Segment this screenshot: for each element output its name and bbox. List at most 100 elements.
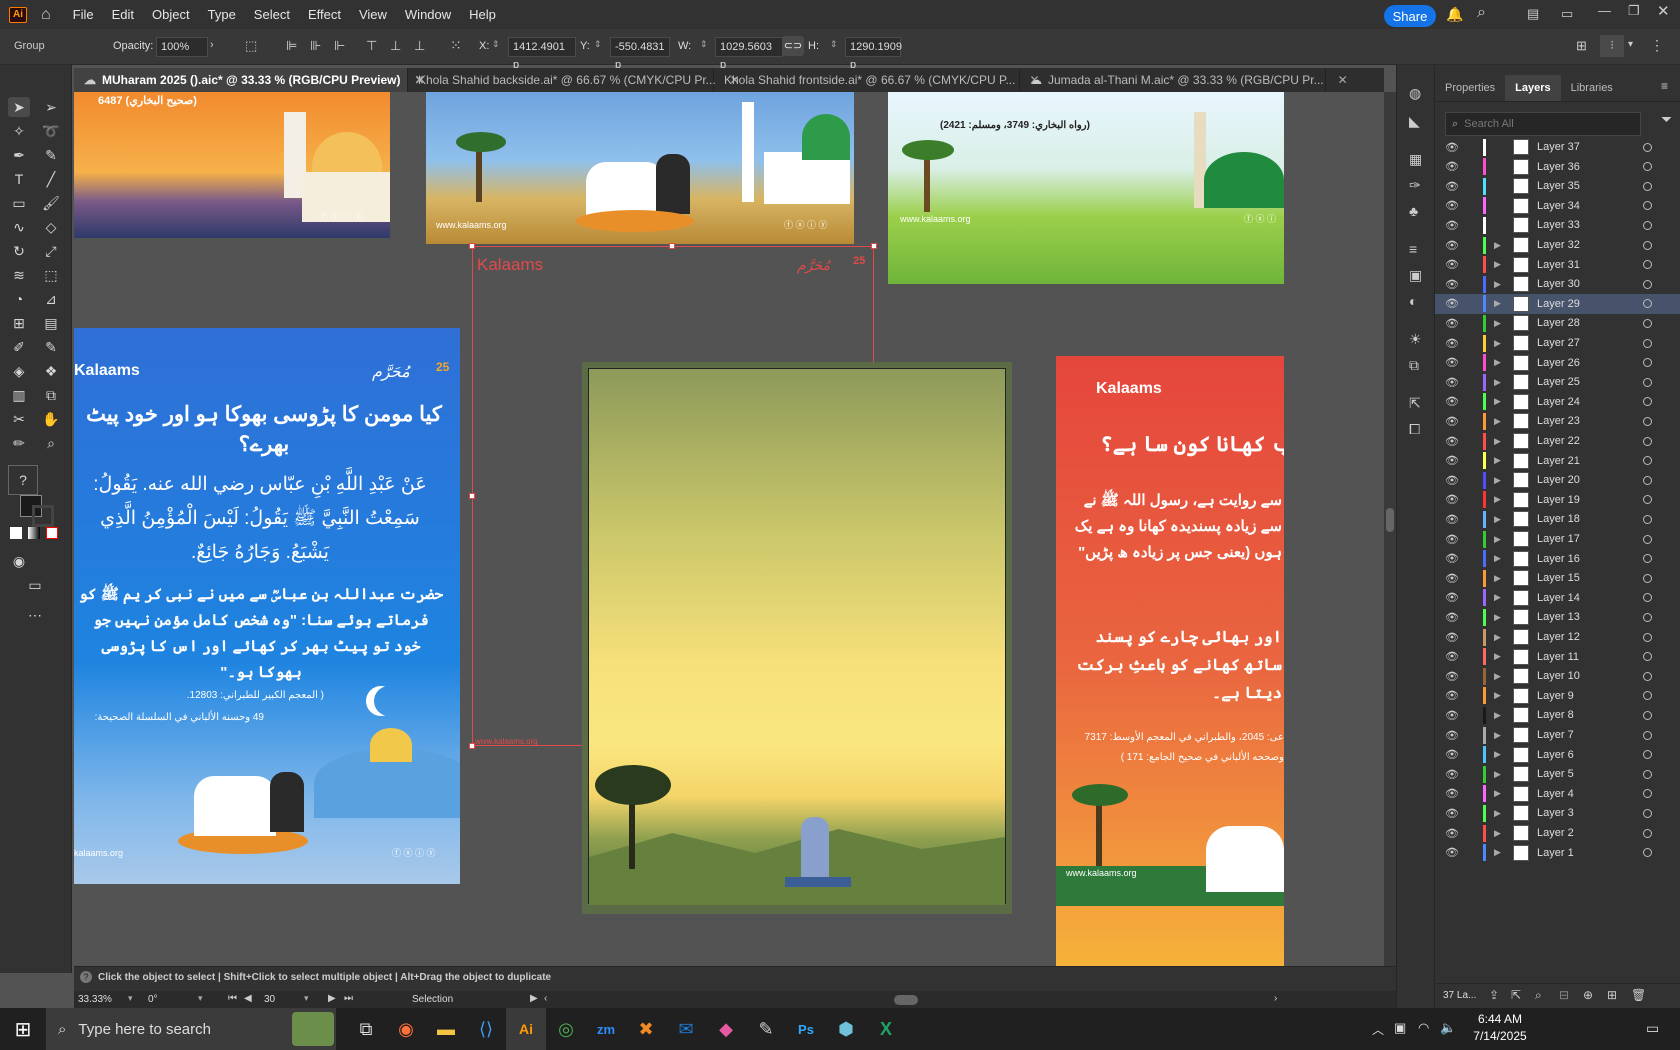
visibility-eye-icon[interactable]: 👁 <box>1445 199 1459 212</box>
expand-arrow-icon[interactable]: ▶ <box>1494 573 1501 584</box>
tab-close-icon[interactable]: ✕ <box>1338 73 1348 87</box>
expand-arrow-icon[interactable]: ▶ <box>1494 475 1501 486</box>
layer-row[interactable]: 👁 ▶ Layer 28 <box>1435 313 1680 333</box>
target-circle-icon[interactable] <box>1643 260 1652 270</box>
layer-row[interactable]: 👁 ▶ Layer 31 <box>1435 255 1680 275</box>
layer-name[interactable]: Layer 17 <box>1537 533 1580 545</box>
layer-name[interactable]: Layer 31 <box>1537 259 1580 271</box>
visibility-eye-icon[interactable]: 👁 <box>1445 650 1459 663</box>
windows-start-icon[interactable]: ⊞ <box>0 1008 46 1050</box>
appearance-icon[interactable]: ◍ <box>1409 85 1421 102</box>
volume-icon[interactable]: 🔈 <box>1440 1020 1456 1036</box>
arrange-icon[interactable]: ▭ <box>1561 6 1573 22</box>
pen-app-icon[interactable]: ✎ <box>746 1008 786 1050</box>
symbol-sprayer-tool-icon[interactable]: ❖ <box>40 361 62 381</box>
layer-name[interactable]: Layer 2 <box>1537 827 1574 839</box>
reference-point-icon[interactable]: ⁙ <box>450 37 462 54</box>
layer-row[interactable]: 👁 ▶ Layer 24 <box>1435 392 1680 412</box>
expand-arrow-icon[interactable]: ▶ <box>1494 671 1501 682</box>
align-middle-icon[interactable]: ⊥ <box>390 38 401 54</box>
layer-row[interactable]: 👁 ▶ Layer 15 <box>1435 568 1680 588</box>
visibility-eye-icon[interactable]: 👁 <box>1445 141 1459 154</box>
stroke-swatch[interactable] <box>32 505 54 527</box>
target-circle-icon[interactable] <box>1643 534 1652 544</box>
visibility-eye-icon[interactable]: 👁 <box>1445 513 1459 526</box>
layer-name[interactable]: Layer 1 <box>1537 847 1574 859</box>
play-icon[interactable]: ▶ <box>530 993 538 1004</box>
target-circle-icon[interactable] <box>1643 612 1652 622</box>
visibility-eye-icon[interactable]: 👁 <box>1445 552 1459 565</box>
layer-name[interactable]: Layer 5 <box>1537 768 1574 780</box>
layer-row[interactable]: 👁 Layer 37 <box>1435 137 1680 157</box>
artboards-icon[interactable]: ⧠ <box>1409 421 1420 438</box>
paintbrush-tool-icon[interactable]: 🖌 <box>40 193 62 213</box>
layer-row[interactable]: 👁 Layer 35 <box>1435 176 1680 196</box>
layer-name[interactable]: Layer 37 <box>1537 141 1580 153</box>
layer-name[interactable]: Layer 21 <box>1537 455 1580 467</box>
target-circle-icon[interactable] <box>1643 475 1652 485</box>
target-circle-icon[interactable] <box>1643 671 1652 681</box>
menu-view[interactable]: View <box>359 7 387 22</box>
line-tool-icon[interactable]: ╱ <box>40 169 62 189</box>
target-circle-icon[interactable] <box>1643 377 1652 387</box>
type-tool-icon[interactable]: T <box>8 169 30 189</box>
target-circle-icon[interactable] <box>1643 299 1652 309</box>
layer-name[interactable]: Layer 16 <box>1537 553 1580 565</box>
target-circle-icon[interactable] <box>1643 358 1652 368</box>
home-icon[interactable]: ⌂ <box>41 6 51 24</box>
new-sublayer-icon[interactable]: ⊕ <box>1583 988 1593 1002</box>
target-circle-icon[interactable] <box>1643 397 1652 407</box>
expand-arrow-icon[interactable]: ▶ <box>1494 514 1501 525</box>
illustrator-taskbar-icon[interactable]: Ai <box>506 1008 546 1050</box>
layer-row[interactable]: 👁 ▶ Layer 21 <box>1435 451 1680 471</box>
none-mode-icon[interactable] <box>46 527 58 539</box>
scrollbar-thumb[interactable] <box>1386 508 1394 532</box>
scroll-left-icon[interactable]: ‹ <box>544 993 547 1004</box>
layer-name[interactable]: Layer 15 <box>1537 572 1580 584</box>
layer-row[interactable]: 👁 ▶ Layer 2 <box>1435 823 1680 843</box>
clock-date[interactable]: 7/14/2025 <box>1464 1029 1536 1043</box>
magic-wand-tool-icon[interactable]: ✧ <box>8 121 30 141</box>
menu-edit[interactable]: Edit <box>112 7 134 22</box>
chevron-down-icon[interactable]: ▾ <box>198 993 203 1004</box>
visibility-eye-icon[interactable]: 👁 <box>1445 258 1459 271</box>
share-button[interactable]: Share <box>1384 5 1436 27</box>
swatches-icon[interactable]: ▦ <box>1409 151 1422 168</box>
expand-arrow-icon[interactable]: ▶ <box>1494 416 1501 427</box>
notifications-icon[interactable]: ▭ <box>1646 1020 1659 1037</box>
visibility-eye-icon[interactable]: 👁 <box>1445 219 1459 232</box>
close-icon[interactable]: ✕ <box>1657 2 1670 20</box>
zoom-tool-icon[interactable]: ⌕ <box>40 433 62 453</box>
layer-name[interactable]: Layer 26 <box>1537 357 1580 369</box>
visibility-eye-icon[interactable]: 👁 <box>1445 611 1459 624</box>
menu-effect[interactable]: Effect <box>308 7 341 22</box>
visibility-eye-icon[interactable]: 👁 <box>1445 454 1459 467</box>
target-circle-icon[interactable] <box>1643 456 1652 466</box>
excel-icon[interactable]: X <box>866 1008 906 1050</box>
expand-arrow-icon[interactable]: ▶ <box>1494 318 1501 329</box>
symbols-icon[interactable]: ♣ <box>1409 203 1418 219</box>
chevron-down-icon[interactable]: ▾ <box>304 993 309 1004</box>
layer-name[interactable]: Layer 36 <box>1537 161 1580 173</box>
file-explorer-icon[interactable]: ▬ <box>426 1008 466 1050</box>
layer-name[interactable]: Layer 23 <box>1537 415 1580 427</box>
gradient-tool-icon[interactable]: ▤ <box>40 313 62 333</box>
visibility-eye-icon[interactable]: 👁 <box>1445 160 1459 173</box>
layer-name[interactable]: Layer 8 <box>1537 709 1574 721</box>
grid-icon[interactable]: ⊞ <box>1576 38 1587 54</box>
opacity-field[interactable]: 100% <box>156 37 208 57</box>
zoom-field[interactable]: 33.33% <box>78 994 112 1005</box>
tab-jumada[interactable]: ☁ Jumada al-Thani M.aic* @ 33.33 % (RGB/… <box>1020 68 1348 92</box>
target-circle-icon[interactable] <box>1643 201 1652 211</box>
layer-row[interactable]: 👁 ▶ Layer 19 <box>1435 490 1680 510</box>
expand-arrow-icon[interactable]: ▶ <box>1494 592 1501 603</box>
pencil-tool-icon[interactable]: ✏ <box>8 433 30 453</box>
visibility-eye-icon[interactable]: 👁 <box>1445 827 1459 840</box>
menu-type[interactable]: Type <box>208 7 236 22</box>
layer-name[interactable]: Layer 19 <box>1537 494 1580 506</box>
align-right-icon[interactable]: ⊩ <box>334 38 345 54</box>
layer-row[interactable]: 👁 ▶ Layer 23 <box>1435 411 1680 431</box>
layer-row[interactable]: 👁 ▶ Layer 10 <box>1435 666 1680 686</box>
mesh-tool-icon[interactable]: ⊞ <box>8 313 30 333</box>
layer-name[interactable]: Layer 11 <box>1537 651 1579 663</box>
